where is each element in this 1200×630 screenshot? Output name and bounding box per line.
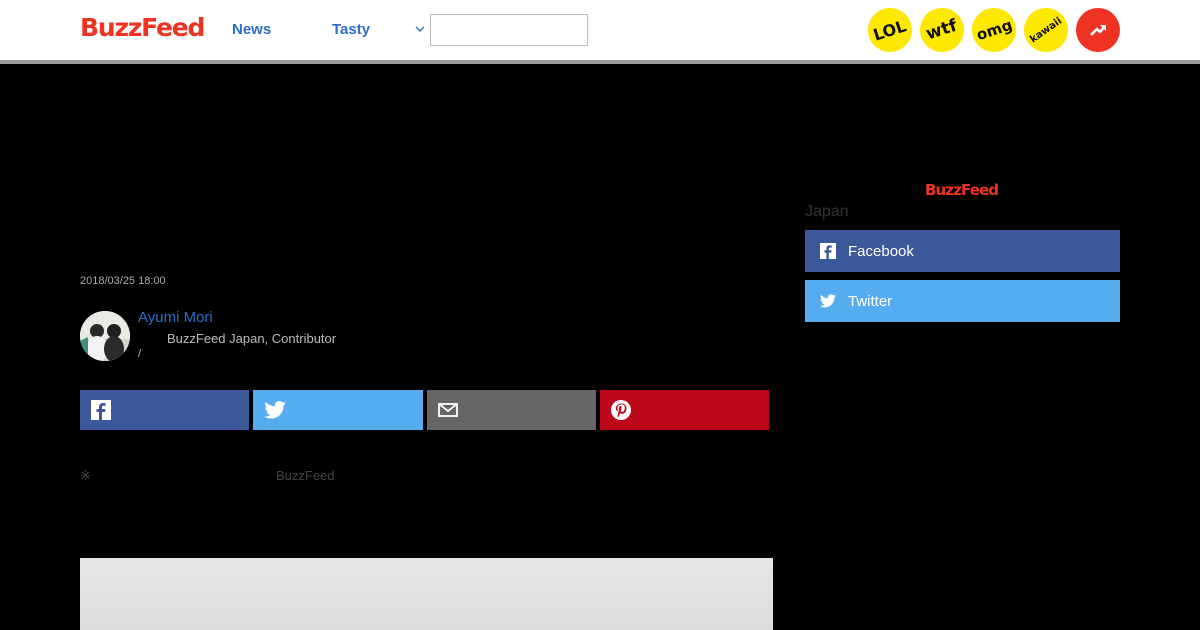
site-header: BuzzFeed News Tasty LOL wtf omg kawaii	[0, 0, 1200, 60]
share-pinterest-button[interactable]	[600, 390, 769, 430]
chevron-down-icon[interactable]	[413, 22, 427, 36]
share-twitter-button[interactable]	[253, 390, 423, 430]
buzzfeed-logo[interactable]: BuzzFeed	[80, 13, 205, 42]
note-mark: ※	[80, 468, 91, 483]
facebook-icon	[820, 243, 836, 259]
twitter-icon	[264, 401, 286, 419]
article-hero-image	[80, 558, 773, 630]
follow-twitter-button[interactable]: Twitter	[805, 280, 1120, 322]
follow-facebook-button[interactable]: Facebook	[805, 230, 1120, 272]
mail-icon	[438, 403, 458, 417]
badge-lol[interactable]: LOL	[868, 8, 912, 52]
follow-twitter-label: Twitter	[848, 292, 893, 310]
pinterest-icon	[611, 400, 631, 420]
sidebar-buzzfeed-logo: BuzzFeed	[925, 181, 999, 199]
header-divider	[0, 60, 1200, 64]
search-input[interactable]	[430, 14, 588, 46]
avatar[interactable]	[80, 311, 130, 361]
facebook-icon	[91, 400, 111, 420]
twitter-icon	[820, 294, 836, 308]
badge-wtf[interactable]: wtf	[920, 8, 964, 52]
article-date: 2018/03/25 18:00	[80, 275, 166, 287]
share-facebook-button[interactable]	[80, 390, 249, 430]
follow-facebook-label: Facebook	[848, 242, 914, 260]
author-name[interactable]: Ayumi Mori	[138, 309, 213, 326]
trending-arrow-icon	[1090, 25, 1106, 36]
author-separator: /	[138, 348, 142, 360]
sidebar-region-label: Japan	[805, 203, 849, 220]
author-photo	[80, 311, 130, 361]
share-email-button[interactable]	[427, 390, 596, 430]
trending-button[interactable]	[1076, 8, 1120, 52]
nav-tasty[interactable]: Tasty	[332, 21, 370, 38]
author-role: BuzzFeed Japan, Contributor	[167, 331, 337, 346]
note-text: BuzzFeed	[276, 468, 335, 483]
badge-kawaii[interactable]: kawaii	[1024, 8, 1068, 52]
nav-news[interactable]: News	[232, 21, 271, 38]
badge-omg[interactable]: omg	[972, 8, 1016, 52]
